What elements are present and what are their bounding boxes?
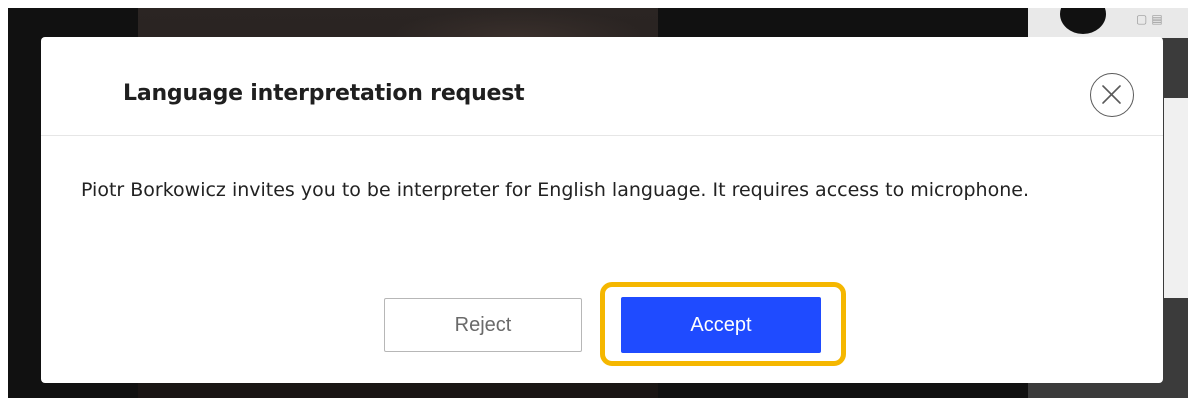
side-panel-strip [1164, 98, 1188, 298]
dialog-message: Piotr Borkowicz invites you to be interp… [81, 179, 1029, 201]
reject-button[interactable]: Reject [384, 298, 582, 352]
dialog-title: Language interpretation request [123, 81, 525, 106]
dialog-header: Language interpretation request [41, 37, 1163, 136]
accept-button[interactable]: Accept [621, 297, 821, 353]
interpretation-request-dialog: Language interpretation request Piotr Bo… [41, 37, 1163, 383]
close-icon [1102, 85, 1121, 104]
window-controls-icon: ▢▤ [1136, 12, 1167, 26]
close-button[interactable] [1090, 73, 1134, 117]
